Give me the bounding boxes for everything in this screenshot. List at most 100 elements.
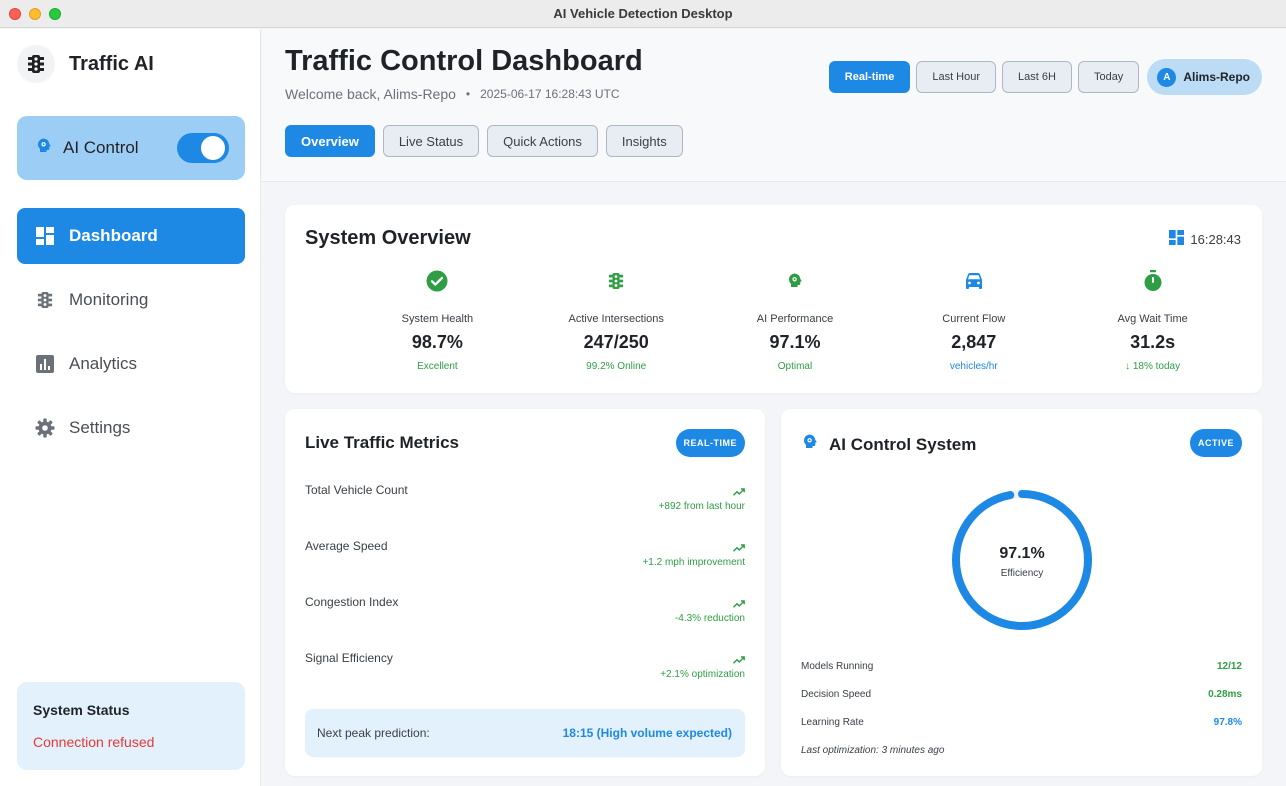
- sidebar-item-settings[interactable]: Settings: [17, 400, 245, 456]
- ai-row-value: 0.28ms: [1208, 689, 1242, 700]
- ai-brain-icon: [35, 137, 53, 160]
- metric-change: +2.1% optimization: [660, 669, 745, 680]
- tab-overview[interactable]: Overview: [285, 125, 375, 157]
- realtime-badge: REAL-TIME: [675, 429, 745, 457]
- window-controls: [9, 8, 61, 20]
- traffic-light-icon: [35, 290, 55, 310]
- time-range-selector: Real-time Last Hour Last 6H Today A Alim…: [828, 59, 1262, 95]
- stat-label: System Health: [401, 313, 474, 325]
- tab-insights[interactable]: Insights: [605, 125, 683, 157]
- stat-active-intersections: Active Intersections 247/250 99.2% Onlin…: [527, 269, 706, 372]
- live-traffic-metrics-title: Live Traffic Metrics: [305, 433, 460, 452]
- ai-row-decision-speed: Decision Speed 0.28ms: [801, 689, 1242, 700]
- toggle-knob: [201, 136, 225, 160]
- range-last-6h-button[interactable]: Last 6H: [1002, 61, 1072, 93]
- system-overview-card: System Overview 16:28:43 System Health 9…: [285, 205, 1262, 393]
- tab-live-status[interactable]: Live Status: [382, 125, 480, 157]
- stat-sub: 99.2% Online: [586, 361, 647, 372]
- ai-row-key: Learning Rate: [801, 717, 864, 728]
- sidebar-item-monitoring[interactable]: Monitoring: [17, 272, 245, 328]
- stat-value: 31.2s: [1130, 332, 1176, 352]
- window-titlebar: AI Vehicle Detection Desktop: [0, 0, 1286, 28]
- system-status-message: Connection refused: [33, 734, 155, 750]
- peak-prediction: Next peak prediction: 18:15 (High volume…: [305, 709, 745, 757]
- ai-row-key: Models Running: [801, 661, 874, 672]
- user-name: Alims-Repo: [1183, 70, 1250, 84]
- bar-chart-icon: [35, 354, 55, 374]
- system-status-panel: System Status Connection refused: [17, 682, 245, 770]
- ai-row-models-running: Models Running 12/12: [801, 661, 1242, 672]
- stat-ai-performance: AI Performance 97.1% Optimal: [706, 269, 885, 372]
- maximize-window-button[interactable]: [49, 8, 61, 20]
- avatar: A: [1157, 67, 1177, 87]
- stat-sub: Excellent: [417, 361, 458, 372]
- range-last-hour-button[interactable]: Last Hour: [916, 61, 997, 93]
- stat-label: Avg Wait Time: [1117, 313, 1188, 325]
- ai-brain-icon: [801, 433, 819, 456]
- trending-up-icon: [733, 539, 745, 557]
- brand: Traffic AI: [17, 45, 154, 83]
- stat-sub: ↓ 18% today: [1125, 361, 1181, 372]
- metric-name: Signal Efficiency: [305, 651, 393, 665]
- stat-value: 247/250: [583, 332, 649, 352]
- sidebar-item-dashboard[interactable]: Dashboard: [17, 208, 245, 264]
- trending-up-icon: [733, 483, 745, 501]
- minimize-window-button[interactable]: [29, 8, 41, 20]
- metric-name: Congestion Index: [305, 595, 399, 609]
- user-menu-button[interactable]: A Alims-Repo: [1147, 59, 1262, 95]
- ai-brain-icon: [706, 269, 885, 293]
- ai-control-label: AI Control: [63, 138, 139, 157]
- traffic-light-icon: [17, 45, 55, 83]
- overview-clock: 16:28:43: [1169, 230, 1241, 248]
- range-today-button[interactable]: Today: [1077, 61, 1140, 93]
- ai-row-value: 97.8%: [1213, 717, 1242, 728]
- brand-name: Traffic AI: [69, 52, 154, 75]
- stat-current-flow: Current Flow 2,847 vehicles/hr: [884, 269, 1063, 372]
- header-timestamp: 2025-06-17 16:28:43 UTC: [480, 87, 620, 101]
- stat-sub: vehicles/hr: [949, 361, 998, 372]
- dashboard-icon: [35, 226, 55, 246]
- dashboard-icon: [1169, 230, 1185, 248]
- sidebar-item-label: Dashboard: [69, 226, 158, 245]
- stat-avg-wait-time: Avg Wait Time 31.2s ↓ 18% today: [1063, 269, 1242, 372]
- welcome-line: Welcome back, Alims-Repo • 2025-06-17 16…: [285, 86, 620, 102]
- overview-stats: System Health 98.7% Excellent Active Int…: [348, 269, 1242, 372]
- sidebar: Traffic AI AI Control Dashboard Monitori…: [0, 29, 261, 786]
- last-optimization: Last optimization: 3 minutes ago: [801, 745, 945, 756]
- stat-system-health: System Health 98.7% Excellent: [348, 269, 527, 372]
- stat-label: Current Flow: [942, 313, 1006, 325]
- page-title: Traffic Control Dashboard: [285, 45, 643, 77]
- efficiency-label: Efficiency: [1000, 568, 1044, 579]
- stat-sub: Optimal: [777, 361, 813, 372]
- ai-control-system-header: AI Control System: [801, 433, 976, 456]
- check-circle-icon: [348, 269, 527, 293]
- sidebar-item-label: Settings: [69, 418, 131, 437]
- live-traffic-metrics-card: Live Traffic Metrics REAL-TIME Total Veh…: [285, 409, 765, 776]
- range-realtime-button[interactable]: Real-time: [828, 61, 911, 93]
- traffic-light-icon: [527, 269, 706, 293]
- sidebar-item-label: Monitoring: [69, 290, 149, 309]
- overview-time: 16:28:43: [1190, 231, 1241, 247]
- car-icon: [884, 269, 1063, 293]
- metric-name: Total Vehicle Count: [305, 483, 408, 497]
- dashboard-tabs: Overview Live Status Quick Actions Insig…: [285, 125, 683, 157]
- window-title: AI Vehicle Detection Desktop: [553, 6, 733, 21]
- ai-control-toggle[interactable]: [177, 133, 229, 163]
- ai-row-key: Decision Speed: [801, 689, 872, 700]
- sidebar-nav: Dashboard Monitoring Analytics Settings: [17, 208, 245, 464]
- welcome-text: Welcome back, Alims-Repo: [285, 86, 456, 102]
- system-status-title: System Status: [33, 702, 130, 718]
- metric-change: +892 from last hour: [658, 501, 745, 512]
- close-window-button[interactable]: [9, 8, 21, 20]
- timer-icon: [1063, 269, 1242, 293]
- ai-control-panel: AI Control: [17, 116, 245, 180]
- tab-quick-actions[interactable]: Quick Actions: [487, 125, 598, 157]
- metric-name: Average Speed: [305, 539, 388, 553]
- ai-control-system-card: AI Control System ACTIVE 97.1% Efficienc…: [781, 409, 1262, 776]
- page-header: Traffic Control Dashboard Welcome back, …: [262, 29, 1286, 182]
- sidebar-item-analytics[interactable]: Analytics: [17, 336, 245, 392]
- trending-up-icon: [733, 595, 745, 613]
- ai-row-value: 12/12: [1216, 661, 1242, 672]
- metric-row-signal-efficiency: Signal Efficiency +2.1% optimization: [305, 651, 745, 691]
- stat-value: 98.7%: [411, 332, 463, 352]
